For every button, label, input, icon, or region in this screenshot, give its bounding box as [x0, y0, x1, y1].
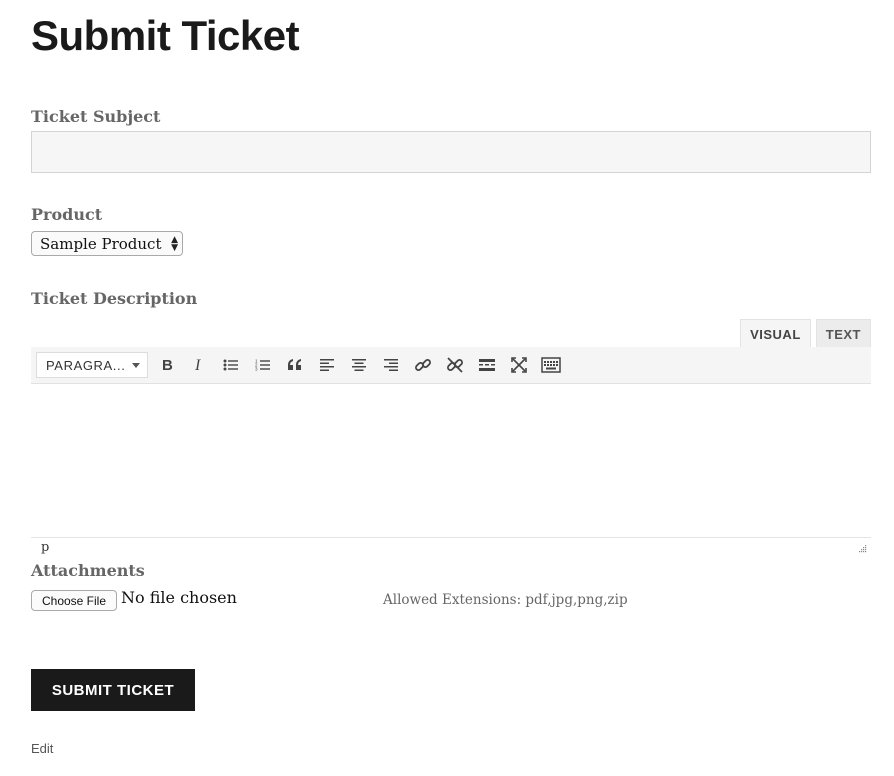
- allowed-extensions-text: Allowed Extensions: pdf,jpg,png,zip: [383, 592, 628, 608]
- editor-content-area[interactable]: [31, 384, 871, 538]
- align-right-button[interactable]: [375, 350, 407, 380]
- unlink-icon: [447, 357, 463, 373]
- align-center-icon: [352, 359, 366, 371]
- editor-tabs: VISUAL TEXT: [740, 319, 871, 348]
- format-select-value: PARAGRA...: [46, 357, 126, 373]
- choose-file-button[interactable]: Choose File: [31, 590, 117, 611]
- select-arrows-icon: ▲ ▼: [171, 235, 178, 253]
- bullet-list-button[interactable]: [215, 350, 247, 380]
- link-icon: [415, 359, 431, 371]
- numbered-list-icon: 123: [255, 359, 270, 372]
- toolbar-toggle-button[interactable]: [535, 350, 567, 380]
- edit-link[interactable]: Edit: [31, 741, 53, 756]
- editor-toolbar: PARAGRA... B I 123: [31, 347, 871, 384]
- file-status-text: No file chosen: [121, 588, 237, 607]
- keyboard-icon: [541, 357, 561, 373]
- format-select[interactable]: PARAGRA...: [36, 352, 148, 378]
- align-center-button[interactable]: [343, 350, 375, 380]
- blockquote-icon: [288, 359, 301, 370]
- read-more-button[interactable]: [471, 350, 503, 380]
- page-title: Submit Ticket: [31, 12, 300, 59]
- tab-text[interactable]: TEXT: [815, 319, 871, 348]
- bold-button[interactable]: B: [151, 350, 183, 380]
- unlink-button[interactable]: [439, 350, 471, 380]
- svg-text:3: 3: [255, 367, 258, 372]
- product-select-value: Sample Product: [40, 234, 162, 253]
- chevron-down-icon: [132, 363, 140, 368]
- read-more-icon: [479, 359, 495, 371]
- submit-ticket-button[interactable]: SUBMIT TICKET: [31, 669, 195, 711]
- blockquote-button[interactable]: [279, 350, 311, 380]
- resize-handle-icon[interactable]: [857, 543, 867, 553]
- align-left-icon: [320, 359, 334, 371]
- ticket-description-label: Ticket Description: [31, 289, 198, 308]
- italic-icon: I: [194, 357, 201, 373]
- ticket-subject-input[interactable]: [31, 131, 871, 173]
- fullscreen-button[interactable]: [503, 350, 535, 380]
- bullet-list-icon: [223, 359, 238, 371]
- italic-button[interactable]: I: [183, 350, 215, 380]
- link-button[interactable]: [407, 350, 439, 380]
- align-right-icon: [384, 359, 398, 371]
- product-label: Product: [31, 205, 103, 224]
- tab-visual[interactable]: VISUAL: [740, 319, 811, 348]
- fullscreen-icon: [511, 357, 527, 373]
- svg-text:I: I: [194, 357, 201, 373]
- ticket-subject-label: Ticket Subject: [31, 107, 161, 126]
- align-left-button[interactable]: [311, 350, 343, 380]
- product-select[interactable]: Sample Product ▲ ▼: [31, 231, 183, 256]
- editor-status-path[interactable]: p: [41, 540, 49, 555]
- bold-icon: B: [162, 357, 173, 373]
- attachments-label: Attachments: [31, 561, 145, 580]
- svg-text:B: B: [162, 357, 173, 373]
- numbered-list-button[interactable]: 123: [247, 350, 279, 380]
